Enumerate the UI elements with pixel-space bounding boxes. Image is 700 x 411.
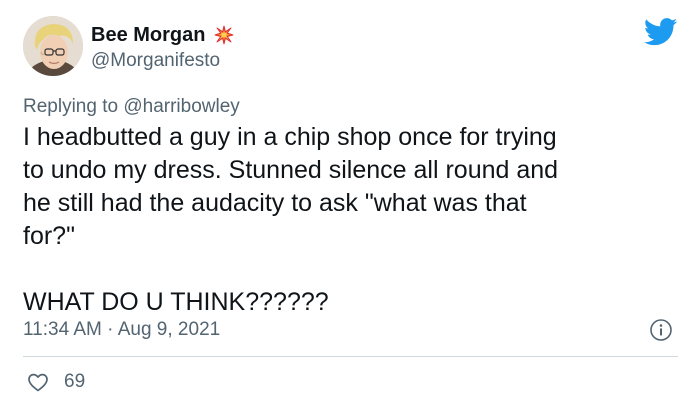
heart-icon[interactable] <box>26 370 50 394</box>
author-name-row[interactable]: Bee Morgan <box>91 23 235 47</box>
author-handle[interactable]: @Morganifesto <box>91 50 220 72</box>
like-button[interactable]: 69 <box>26 370 85 394</box>
info-icon[interactable] <box>649 318 673 342</box>
tweet-time[interactable]: 11:34 AM <box>23 319 102 340</box>
reply-handle-link[interactable]: @harribowley <box>123 96 239 117</box>
tweet-date[interactable]: Aug 9, 2021 <box>118 319 220 340</box>
timestamp[interactable]: 11:34 AM · Aug 9, 2021 <box>23 318 220 342</box>
tweet-body: I headbutted a guy in a chip shop once f… <box>23 123 559 316</box>
display-name[interactable]: Bee Morgan <box>91 23 205 47</box>
replying-to-label: Replying to <box>23 96 124 117</box>
avatar-image <box>23 16 83 76</box>
like-count: 69 <box>64 371 86 392</box>
timestamp-separator: · <box>101 319 118 340</box>
tweet-card: Bee Morgan @Morganifesto Replying to @ha… <box>0 0 700 411</box>
collision-emoji-icon <box>213 24 235 46</box>
twitter-bird-icon[interactable] <box>643 18 678 46</box>
divider <box>23 356 678 357</box>
avatar[interactable] <box>23 16 83 76</box>
replying-to: Replying to @harribowley <box>23 95 240 119</box>
